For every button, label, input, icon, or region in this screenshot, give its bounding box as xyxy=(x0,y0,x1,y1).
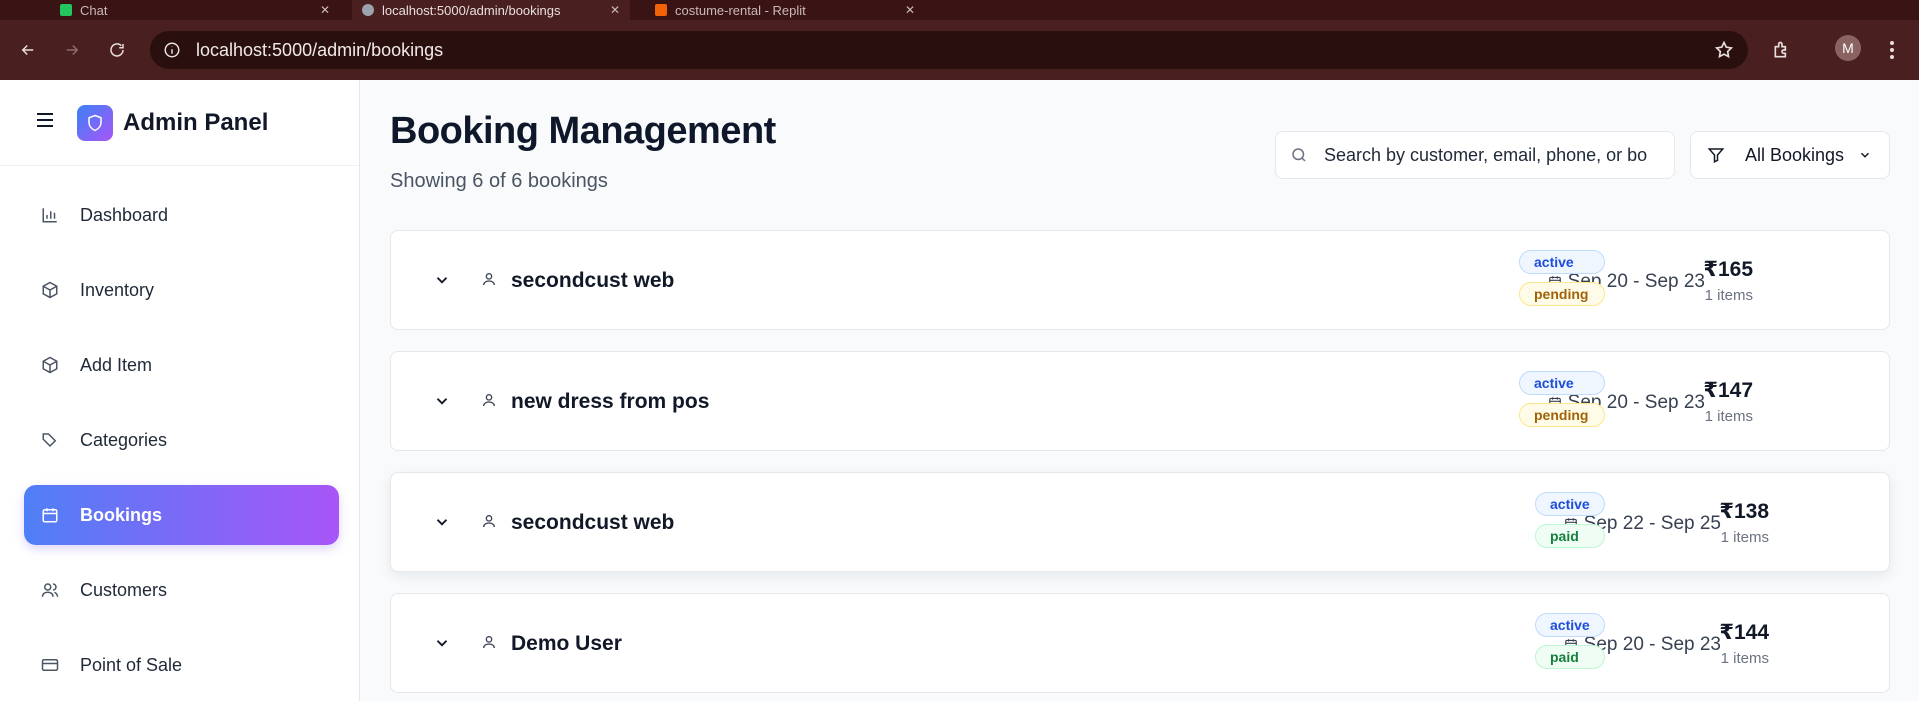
chat-favicon-icon xyxy=(60,4,72,16)
address-bar[interactable]: localhost:5000/admin/bookings xyxy=(150,31,1748,69)
booking-card[interactable]: Demo User Sep 20 - Sep 23 ₹144 1 items a… xyxy=(390,593,1890,693)
sidebar-nav: Dashboard Inventory Add Item Categories … xyxy=(24,185,339,701)
customer-name: new dress from pos xyxy=(511,390,710,413)
sidebar-item-add-item[interactable]: Add Item xyxy=(24,335,339,395)
hamburger-menu-icon[interactable] xyxy=(36,113,54,132)
tab-title: Chat xyxy=(80,2,108,18)
sidebar-header: Admin Panel xyxy=(0,80,359,166)
booking-amount: ₹144 xyxy=(1719,621,1769,644)
items-count: 1 items xyxy=(1720,650,1769,667)
brand-title: Admin Panel xyxy=(123,108,269,136)
booking-filter-select[interactable]: All Bookings xyxy=(1690,131,1890,179)
sidebar-item-label: Inventory xyxy=(80,279,155,300)
browser-tab-bookings[interactable]: localhost:5000/admin/bookings ✕ xyxy=(352,0,630,20)
filter-label: All Bookings xyxy=(1745,144,1845,165)
booking-amount: ₹138 xyxy=(1719,500,1769,523)
items-count: 1 items xyxy=(1704,408,1753,425)
close-tab-icon[interactable]: ✕ xyxy=(320,3,330,17)
sidebar-item-label: Customers xyxy=(80,579,168,600)
site-info-icon[interactable] xyxy=(162,40,182,60)
tab-title: localhost:5000/admin/bookings xyxy=(382,2,561,18)
reload-icon[interactable] xyxy=(101,34,133,66)
payment-badge: pending xyxy=(1519,403,1605,427)
payment-badge: paid xyxy=(1535,645,1605,669)
bookings-list: secondcust web Sep 20 - Sep 23 ₹165 1 it… xyxy=(390,230,1890,701)
url-text: localhost:5000/admin/bookings xyxy=(196,39,444,60)
chevron-down-icon xyxy=(1858,148,1872,162)
expand-chevron-icon[interactable] xyxy=(433,392,451,410)
booking-amount: ₹147 xyxy=(1703,379,1753,402)
customer-name: Demo User xyxy=(511,632,622,655)
filter-icon xyxy=(1707,146,1727,164)
status-badge: active xyxy=(1519,250,1605,274)
main-content: Booking Management Showing 6 of 6 bookin… xyxy=(360,80,1919,701)
browser-tabstrip: Chat ✕ localhost:5000/admin/bookings ✕ c… xyxy=(0,0,1919,20)
browser-menu-icon[interactable] xyxy=(1876,34,1908,66)
user-icon xyxy=(481,270,499,290)
profile-avatar[interactable]: M xyxy=(1835,35,1861,61)
sidebar-item-categories[interactable]: Categories xyxy=(24,410,339,470)
booking-card[interactable]: new dress from pos Sep 20 - Sep 23 ₹147 … xyxy=(390,351,1890,451)
globe-favicon-icon xyxy=(362,4,374,16)
calendar-icon xyxy=(40,505,60,525)
sidebar-item-label: Dashboard xyxy=(80,204,169,225)
expand-chevron-icon[interactable] xyxy=(433,271,451,289)
bookings-count: Showing 6 of 6 bookings xyxy=(390,170,608,192)
items-count: 1 items xyxy=(1720,529,1769,546)
expand-chevron-icon[interactable] xyxy=(433,513,451,531)
page-title: Booking Management xyxy=(390,110,776,152)
search-box[interactable] xyxy=(1275,131,1675,179)
forward-icon[interactable] xyxy=(56,34,88,66)
status-badge: active xyxy=(1535,492,1605,516)
customer-name: secondcust web xyxy=(511,511,675,534)
status-badge: active xyxy=(1535,613,1605,637)
customer-name: secondcust web xyxy=(511,269,675,292)
back-icon[interactable] xyxy=(12,34,44,66)
user-icon xyxy=(481,391,499,411)
close-tab-icon[interactable]: ✕ xyxy=(905,3,915,17)
booking-amount: ₹165 xyxy=(1703,258,1753,281)
sidebar-item-point-of-sale[interactable]: Point of Sale xyxy=(24,635,339,695)
package-icon xyxy=(40,280,60,300)
search-icon xyxy=(1290,146,1310,164)
user-icon xyxy=(481,633,499,653)
bar-chart-icon xyxy=(40,205,60,225)
browser-tab-chat[interactable]: Chat ✕ xyxy=(50,0,340,20)
sidebar-item-label: Bookings xyxy=(80,504,163,525)
close-tab-icon[interactable]: ✕ xyxy=(610,3,620,17)
search-input[interactable] xyxy=(1324,144,1664,166)
extensions-icon[interactable] xyxy=(1766,34,1798,66)
payment-badge: pending xyxy=(1519,282,1605,306)
booking-card[interactable]: secondcust web Sep 22 - Sep 25 ₹138 1 it… xyxy=(390,472,1890,572)
browser-toolbar: localhost:5000/admin/bookings M xyxy=(0,20,1919,80)
users-icon xyxy=(40,580,60,600)
expand-chevron-icon[interactable] xyxy=(433,634,451,652)
package-icon xyxy=(40,355,60,375)
user-icon xyxy=(481,512,499,532)
status-badge: active xyxy=(1519,371,1605,395)
shield-logo-icon xyxy=(77,104,113,141)
browser-tab-replit[interactable]: costume-rental - Replit ✕ xyxy=(645,0,925,20)
sidebar-item-dashboard[interactable]: Dashboard xyxy=(24,185,339,245)
sidebar-item-bookings[interactable]: Bookings xyxy=(24,485,339,545)
sidebar-item-label: Categories xyxy=(80,429,168,450)
sidebar: Admin Panel Dashboard Inventory Add Item… xyxy=(0,80,360,701)
sidebar-item-label: Add Item xyxy=(80,354,153,375)
booking-card[interactable]: secondcust web Sep 20 - Sep 23 ₹165 1 it… xyxy=(390,230,1890,330)
sidebar-item-inventory[interactable]: Inventory xyxy=(24,260,339,320)
replit-favicon-icon xyxy=(655,4,667,16)
items-count: 1 items xyxy=(1704,287,1753,304)
payment-badge: paid xyxy=(1535,524,1605,548)
tags-icon xyxy=(40,430,60,450)
bookmark-star-icon[interactable] xyxy=(1714,40,1734,65)
tab-title: costume-rental - Replit xyxy=(675,2,806,18)
sidebar-item-customers[interactable]: Customers xyxy=(24,560,339,620)
credit-card-icon xyxy=(40,655,60,675)
sidebar-item-label: Point of Sale xyxy=(80,654,183,675)
